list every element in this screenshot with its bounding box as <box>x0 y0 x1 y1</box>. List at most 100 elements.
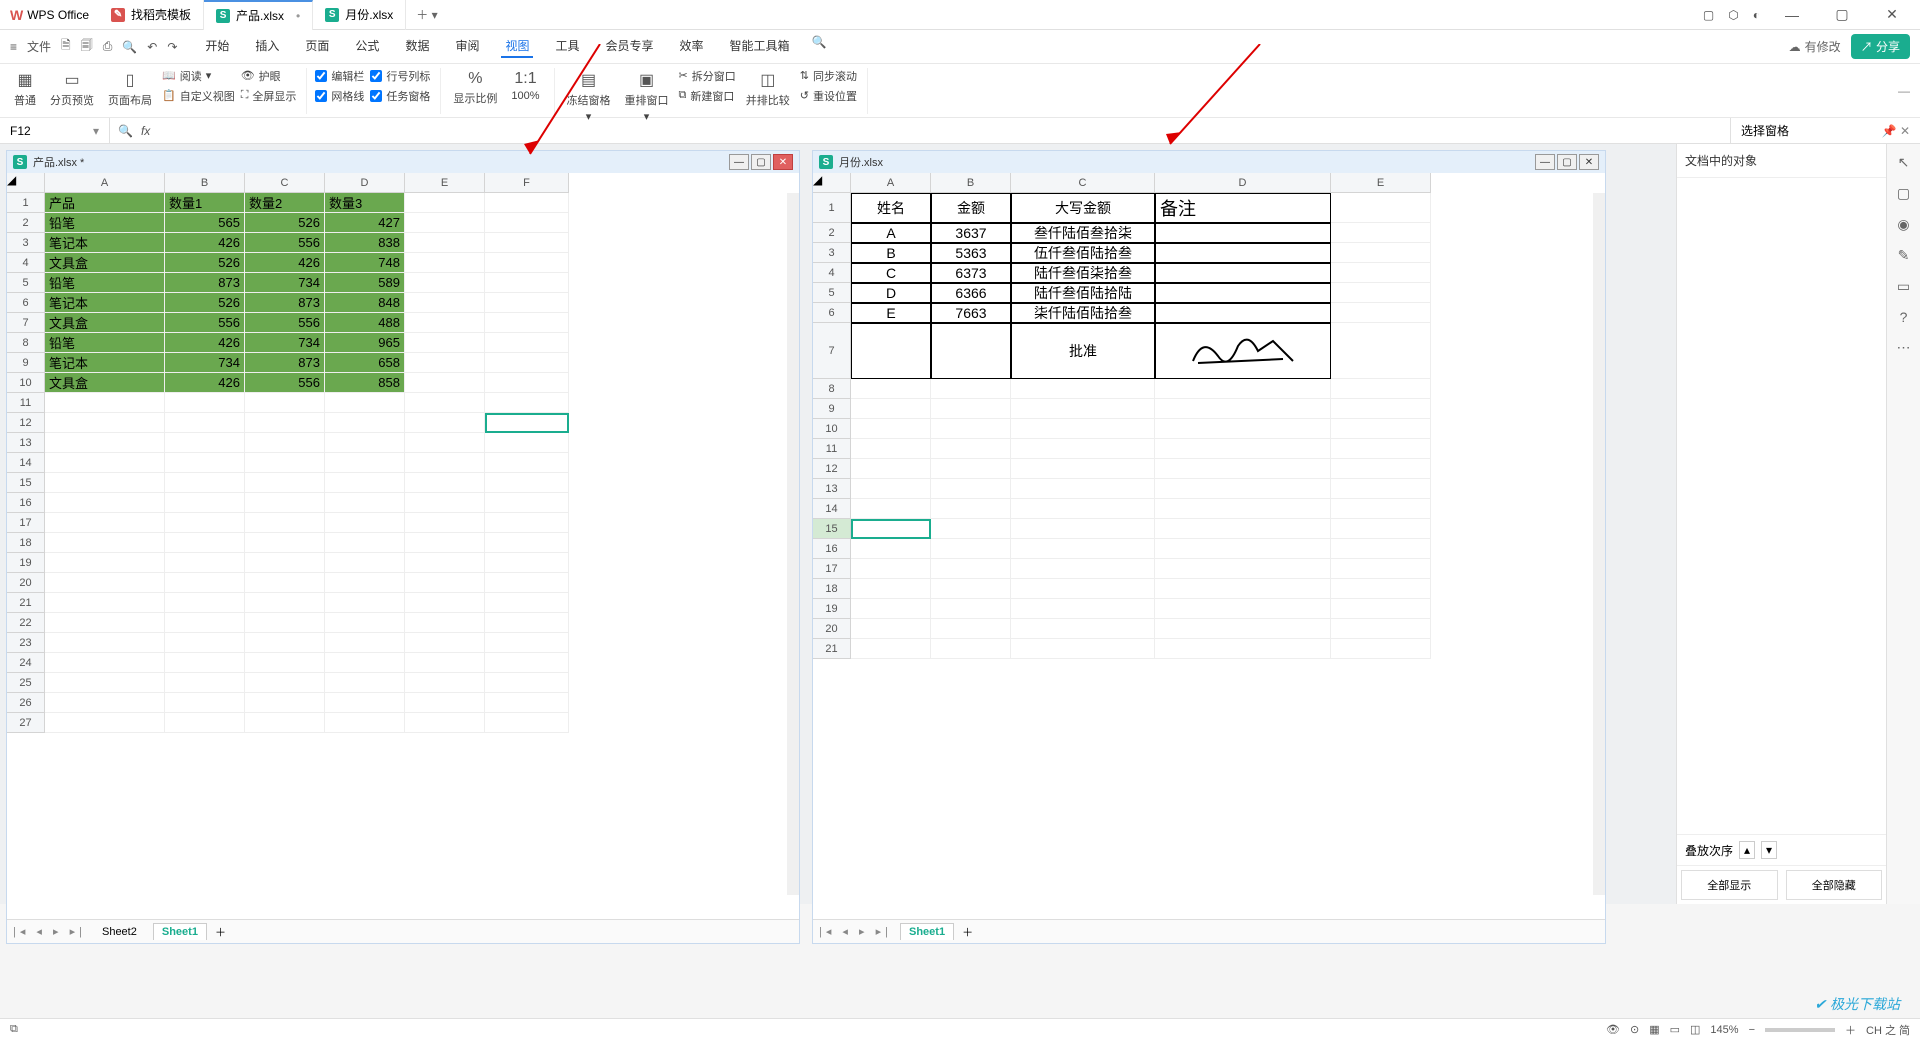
cell[interactable] <box>325 553 405 573</box>
cell[interactable] <box>45 493 165 513</box>
cell[interactable]: 文具盒 <box>45 373 165 393</box>
row-header-12[interactable]: 12 <box>7 413 45 433</box>
cell[interactable] <box>931 519 1011 539</box>
search-icon[interactable]: 🔍 <box>812 35 827 58</box>
row-header-11[interactable]: 11 <box>813 439 851 459</box>
column-headers[interactable]: ABCDEF <box>45 173 569 193</box>
cell[interactable] <box>1155 539 1331 559</box>
cell[interactable] <box>405 673 485 693</box>
cell[interactable] <box>405 413 485 433</box>
cell[interactable]: B <box>851 243 931 263</box>
cell[interactable] <box>245 673 325 693</box>
new-tab[interactable]: ＋ ▾ <box>406 6 447 23</box>
cell[interactable] <box>1155 459 1331 479</box>
cell[interactable] <box>1331 579 1431 599</box>
cell[interactable]: 873 <box>165 273 245 293</box>
cell[interactable] <box>165 453 245 473</box>
cell[interactable] <box>851 539 931 559</box>
menu-insert[interactable]: 插入 <box>251 35 283 58</box>
cell[interactable] <box>1331 619 1431 639</box>
cell[interactable] <box>931 579 1011 599</box>
export-icon[interactable]: 🗐 <box>81 36 93 57</box>
cell[interactable] <box>165 593 245 613</box>
fx-icon[interactable]: fx <box>141 124 150 138</box>
cell[interactable] <box>245 493 325 513</box>
cell[interactable] <box>405 313 485 333</box>
row-header-10[interactable]: 10 <box>813 419 851 439</box>
row-header-26[interactable]: 26 <box>7 693 45 713</box>
cell[interactable] <box>1331 283 1431 303</box>
view-pagelayout[interactable]: ▯页面布局 <box>104 68 156 110</box>
col-header-E[interactable]: E <box>1331 173 1431 193</box>
vertical-scrollbar[interactable] <box>1593 193 1605 895</box>
cell[interactable] <box>45 553 165 573</box>
cell[interactable]: 叁仟陆佰叁拾柒 <box>1011 223 1155 243</box>
cell[interactable] <box>405 653 485 673</box>
cell[interactable] <box>245 633 325 653</box>
cell[interactable] <box>405 693 485 713</box>
cell[interactable]: 734 <box>245 333 325 353</box>
cell[interactable]: 426 <box>165 233 245 253</box>
cell[interactable] <box>1155 419 1331 439</box>
row-header-20[interactable]: 20 <box>813 619 851 639</box>
cell[interactable] <box>1331 223 1431 243</box>
stack-up[interactable]: ▴ <box>1739 841 1755 859</box>
sheet-nav[interactable]: |◂ ◂ ▸ ▸| <box>13 925 86 938</box>
cell[interactable] <box>405 273 485 293</box>
help-icon[interactable]: ? <box>1900 309 1908 325</box>
tab-product[interactable]: S 产品.xlsx • <box>204 0 313 30</box>
row-header-18[interactable]: 18 <box>813 579 851 599</box>
cell[interactable] <box>1011 539 1155 559</box>
cell[interactable] <box>45 433 165 453</box>
show-all-button[interactable]: 全部显示 <box>1681 870 1778 900</box>
cell[interactable] <box>325 673 405 693</box>
zoom-out[interactable]: − <box>1749 1024 1755 1036</box>
cell[interactable]: 铅笔 <box>45 273 165 293</box>
col-header-F[interactable]: F <box>485 173 569 193</box>
cell[interactable]: 笔记本 <box>45 233 165 253</box>
cell[interactable] <box>1155 399 1331 419</box>
freeze-button[interactable]: ▤冻结窗格 ▾ <box>563 68 615 125</box>
cell[interactable] <box>165 513 245 533</box>
cell[interactable] <box>405 473 485 493</box>
cell[interactable] <box>165 493 245 513</box>
sheet-nav[interactable]: |◂ ◂ ▸ ▸| <box>819 925 892 938</box>
cell[interactable] <box>245 473 325 493</box>
cell[interactable]: 556 <box>245 313 325 333</box>
chk-rowcol[interactable]: 行号列标 <box>370 68 430 84</box>
cell[interactable]: 748 <box>325 253 405 273</box>
cell[interactable]: 488 <box>325 313 405 333</box>
row-header-14[interactable]: 14 <box>7 453 45 473</box>
cell[interactable]: 526 <box>165 293 245 313</box>
cell[interactable] <box>405 353 485 373</box>
cell[interactable] <box>485 493 569 513</box>
win-maximize[interactable]: ▢ <box>751 154 771 170</box>
layout-icon[interactable]: ▢ <box>1703 8 1714 22</box>
cell[interactable]: 426 <box>165 373 245 393</box>
add-sheet[interactable]: ＋ <box>215 924 226 940</box>
cell[interactable] <box>45 613 165 633</box>
cell[interactable] <box>245 713 325 733</box>
win-minimize[interactable]: — <box>1535 154 1555 170</box>
cell[interactable] <box>165 413 245 433</box>
print-icon[interactable]: ⎙ <box>103 39 113 54</box>
cell[interactable] <box>931 323 1011 379</box>
cloud-status[interactable]: ☁有修改 <box>1789 38 1841 55</box>
cell[interactable] <box>45 513 165 533</box>
menu-member[interactable]: 会员专享 <box>602 35 658 58</box>
cell[interactable] <box>45 633 165 653</box>
cell[interactable] <box>1011 419 1155 439</box>
cell[interactable]: 734 <box>245 273 325 293</box>
cell[interactable] <box>1155 499 1331 519</box>
cell[interactable] <box>931 619 1011 639</box>
cell[interactable] <box>485 193 569 213</box>
cell[interactable] <box>485 333 569 353</box>
zoom-slider[interactable] <box>1765 1028 1835 1032</box>
cell[interactable] <box>405 233 485 253</box>
row-header-11[interactable]: 11 <box>7 393 45 413</box>
row-header-8[interactable]: 8 <box>7 333 45 353</box>
select-icon[interactable]: ↖ <box>1898 154 1910 171</box>
win-maximize[interactable]: ▢ <box>1557 154 1577 170</box>
maximize-button[interactable]: ▢ <box>1824 6 1860 23</box>
sum-icon[interactable]: 🔍 <box>118 124 133 138</box>
